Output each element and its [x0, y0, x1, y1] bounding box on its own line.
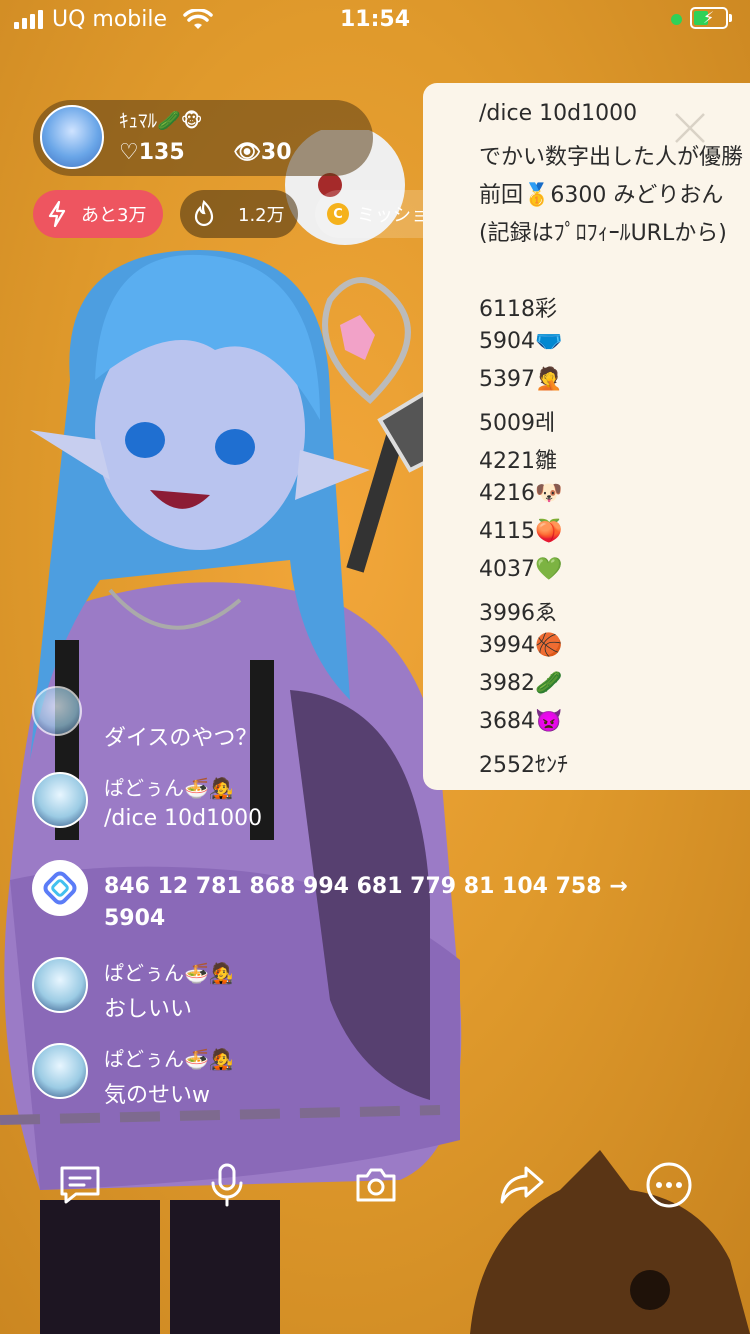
points-label: 1.2万 [238, 205, 285, 226]
streamer-info-card[interactable]: ｷｭﾏﾙ🥒🐵 ♡135 👁30 [33, 100, 373, 176]
notice-line: 6118彩 [479, 297, 557, 322]
camera-icon [356, 1168, 396, 1202]
close-icon[interactable] [673, 111, 707, 145]
commenter-avatar[interactable] [32, 1043, 88, 1099]
bottom-toolbar [0, 1155, 750, 1219]
rank-progress-label: あと3万 [81, 205, 147, 226]
battery-icon: ⚡ [690, 7, 728, 29]
notice-line: 3994🏀 [479, 633, 563, 658]
share-button[interactable] [492, 1155, 552, 1215]
notice-line: 4037💚 [479, 557, 563, 582]
commenter-avatar[interactable] [32, 772, 88, 828]
dice-result-total: 5904 [104, 906, 166, 931]
dice-result-text: 846 12 781 868 994 681 779 81 104 758 → [104, 874, 628, 899]
comment-text: 気のせいw [104, 1083, 210, 1108]
clock: 11:54 [339, 7, 411, 32]
share-icon [500, 1166, 544, 1204]
more-button[interactable] [639, 1155, 699, 1215]
comment-text: /dice 10d1000 [104, 806, 263, 831]
more-icon [646, 1162, 692, 1208]
notice-line: 5009레 [479, 411, 556, 436]
rank-progress-pill[interactable]: あと3万 [33, 190, 163, 238]
commenter-name: ぱどぅん🍜🧑‍🎤 [104, 776, 234, 800]
comment-icon [60, 1166, 100, 1204]
status-bar: UQ mobile 11:54 ⚡ [0, 0, 750, 40]
comment-text: おしいい [104, 997, 193, 1022]
like-count: ♡135 [119, 140, 185, 165]
mic-active-indicator [671, 14, 682, 25]
notice-line: 5904🩲 [479, 329, 563, 354]
notice-line: 3982🥒 [479, 671, 563, 696]
microphone-button[interactable] [197, 1155, 257, 1215]
flame-icon [194, 200, 214, 227]
notice-line: (記録はﾌﾟﾛﾌｨｰﾙURLから) [479, 221, 727, 246]
bot-logo-icon [43, 871, 77, 905]
notice-line: 2552ｾﾝﾁ [479, 753, 568, 778]
notice-line: 4216🐶 [479, 481, 563, 506]
lightning-icon [48, 201, 66, 227]
notice-line: /dice 10d1000 [479, 101, 638, 126]
commenter-name: ぱどぅん🍜🧑‍🎤 [104, 961, 234, 985]
viewer-count: 👁30 [233, 140, 292, 165]
microphone-icon [211, 1163, 243, 1207]
commenter-name: ぱどぅん🍜🧑‍🎤 [104, 1047, 234, 1071]
streamer-name: ｷｭﾏﾙ🥒🐵 [119, 110, 203, 132]
commenter-avatar[interactable] [32, 686, 82, 736]
notice-line: 3996ゑ [479, 601, 557, 626]
notice-line: 4115🍑 [479, 519, 563, 544]
commenter-avatar[interactable] [32, 957, 88, 1013]
notice-line: 前回🥇6300 みどりおん [479, 183, 724, 208]
points-pill[interactable]: 1.2万 [180, 190, 298, 238]
notice-line: 4221雛 [479, 449, 557, 474]
streamer-avatar[interactable] [40, 105, 104, 169]
coin-icon: C [327, 203, 349, 225]
comment-button[interactable] [50, 1155, 110, 1215]
battery-tip [729, 14, 732, 22]
notice-line: 5397🤦 [479, 367, 563, 392]
notice-line: 3684👿 [479, 709, 563, 734]
dice-bot-avatar[interactable] [32, 860, 88, 916]
comment-text: ダイスのやつ？ [104, 726, 258, 751]
notice-panel: /dice 10d1000 でかい数字出した人が優勝 前回🥇6300 みどりおん… [423, 83, 750, 790]
camera-button[interactable] [346, 1155, 406, 1215]
